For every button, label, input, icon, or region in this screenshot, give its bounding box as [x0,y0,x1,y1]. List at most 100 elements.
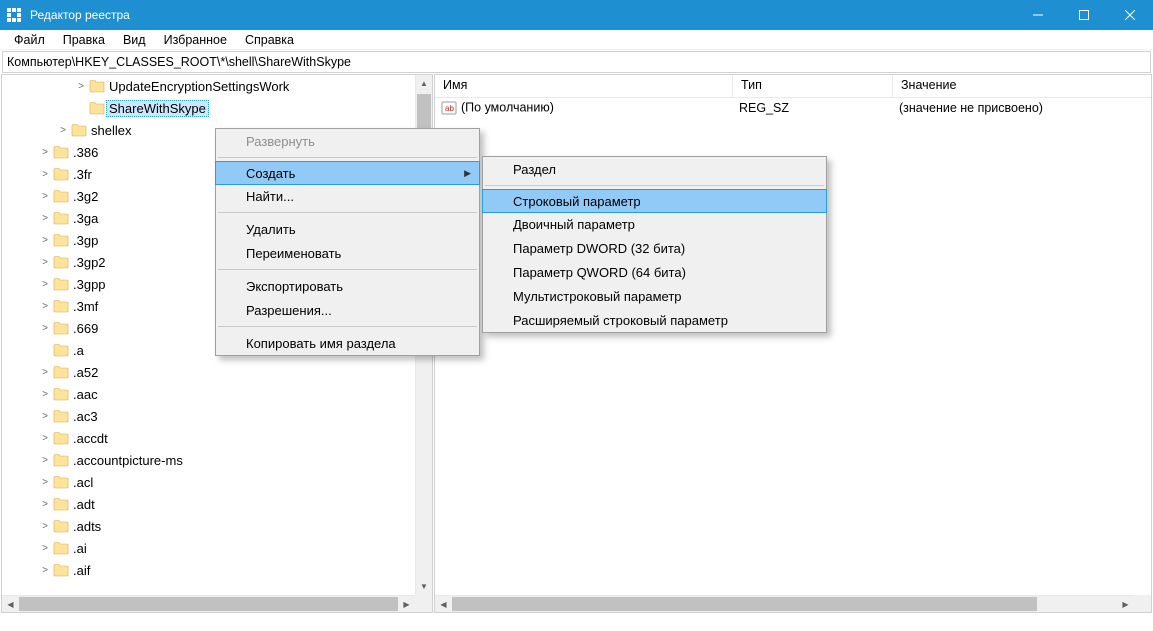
tree-item[interactable]: > .accdt [2,427,415,449]
tree-item-label: .accountpicture-ms [70,453,186,468]
folder-icon [52,233,70,247]
scroll-left-icon[interactable]: ◀ [435,596,452,612]
menu-item[interactable]: Параметр DWORD (32 бита) [483,236,826,260]
menu-item[interactable]: Мультистроковый параметр [483,284,826,308]
expand-icon[interactable]: > [38,323,52,334]
col-type[interactable]: Тип [733,75,893,97]
menu-item[interactable]: Удалить [216,217,479,241]
expand-icon[interactable]: > [38,147,52,158]
folder-icon [52,277,70,291]
menu-edit[interactable]: Правка [54,32,114,48]
menu-item[interactable]: Копировать имя раздела [216,331,479,355]
address-bar[interactable]: Компьютер\HKEY_CLASSES_ROOT\*\shell\Shar… [2,51,1151,73]
value-name: (По умолчанию) [461,100,554,114]
expand-icon[interactable]: > [38,257,52,268]
expand-icon[interactable]: > [38,279,52,290]
col-data[interactable]: Значение [893,75,1133,97]
scroll-left-icon[interactable]: ◀ [2,596,19,612]
menu-item[interactable]: Экспортировать [216,274,479,298]
expand-icon[interactable]: > [38,521,52,532]
values-pane: Имя Тип Значение ab(По умолчанию)REG_SZ(… [434,74,1152,613]
expand-icon[interactable]: > [38,389,52,400]
folder-icon [52,145,70,159]
menu-item-label: Строковый параметр [513,194,641,209]
menu-item-label: Расширяемый строковый параметр [513,313,728,328]
tree-item[interactable]: >.acl [2,471,415,493]
menu-fav[interactable]: Избранное [155,32,236,48]
expand-icon[interactable]: > [38,213,52,224]
col-name[interactable]: Имя [435,75,733,97]
menu-view[interactable]: Вид [114,32,155,48]
context-submenu[interactable]: Раздел Строковый параметр Двоичный парамет… [482,156,827,333]
list-row[interactable]: ab(По умолчанию)REG_SZ(значение не присв… [435,98,1151,118]
menu-help[interactable]: Справка [236,32,303,48]
expand-icon[interactable]: > [38,367,52,378]
tree-item-label: .accdt [70,431,111,446]
expand-icon[interactable]: > [38,499,52,510]
menu-item[interactable]: Найти... [216,184,479,208]
expand-icon[interactable]: > [56,125,70,136]
menu-item[interactable]: Двоичный параметр [483,212,826,236]
expand-icon[interactable]: > [38,455,52,466]
expand-icon[interactable]: > [38,411,52,422]
tree-item-label: .3gp2 [70,255,109,270]
expand-icon[interactable]: > [38,543,52,554]
menu-item-label: Удалить [246,222,296,237]
tree-item-label: .adt [70,497,98,512]
close-button[interactable] [1107,0,1153,30]
menu-item-label: Копировать имя раздела [246,336,396,351]
tree-horizontal-scrollbar[interactable]: ◀ ▶ [2,595,415,612]
folder-icon [70,123,88,137]
expand-icon[interactable]: > [38,235,52,246]
menu-item[interactable]: Расширяемый строковый параметр [483,308,826,332]
menu-item[interactable]: Переименовать [216,241,479,265]
scroll-down-icon[interactable]: ▼ [416,578,432,595]
expand-icon[interactable]: > [38,191,52,202]
menu-item-label: Параметр DWORD (32 бита) [513,241,685,256]
expand-icon[interactable]: > [38,301,52,312]
tree-item[interactable]: > .accountpicture-ms [2,449,415,471]
folder-icon [52,299,70,313]
menu-file[interactable]: Файл [5,32,54,48]
expand-icon[interactable]: > [38,169,52,180]
tree-item[interactable]: > .adt [2,493,415,515]
expand-icon[interactable]: > [38,565,52,576]
menu-item[interactable]: Создать▶ [215,161,480,185]
expand-icon[interactable]: > [74,81,88,92]
menu-separator [218,157,477,158]
tree-item[interactable]: >.ai [2,537,415,559]
maximize-button[interactable] [1061,0,1107,30]
menu-item[interactable]: Параметр QWORD (64 бита) [483,260,826,284]
minimize-button[interactable] [1015,0,1061,30]
tree-item[interactable]: ShareWithSkype [2,97,415,119]
menu-item[interactable]: Разрешения... [216,298,479,322]
menu-item-label: Разрешения... [246,303,332,318]
menu-item-label: Создать [246,166,295,181]
scroll-thumb[interactable] [452,597,1037,611]
titlebar[interactable]: Редактор реестра [0,0,1153,30]
tree-item[interactable]: >.a52 [2,361,415,383]
tree-item-label: .3ga [70,211,101,226]
tree-item[interactable]: >UpdateEncryptionSettingsWork [2,75,415,97]
tree-item[interactable]: >.adts [2,515,415,537]
scroll-right-icon[interactable]: ▶ [398,596,415,612]
tree-item-label: .3fr [70,167,95,182]
scroll-up-icon[interactable]: ▲ [416,75,432,92]
values-horizontal-scrollbar[interactable]: ◀ ▶ [435,595,1134,612]
menu-item[interactable]: Строковый параметр [482,189,827,213]
tree-item-label: .3gpp [70,277,109,292]
folder-icon [52,387,70,401]
tree-item[interactable]: >.aac [2,383,415,405]
menu-item-label: Развернуть [246,134,315,149]
scroll-thumb[interactable] [19,597,398,611]
tree-item[interactable]: >.aif [2,559,415,581]
menu-separator [218,326,477,327]
menu-item-label: Мультистроковый параметр [513,289,682,304]
menu-item[interactable]: Раздел [483,157,826,181]
scroll-right-icon[interactable]: ▶ [1117,596,1134,612]
expand-icon[interactable]: > [38,477,52,488]
context-menu[interactable]: Развернуть Создать▶Найти... Удалить Переиме… [215,128,480,356]
expand-icon[interactable]: > [38,433,52,444]
tree-item[interactable]: >.ac3 [2,405,415,427]
folder-icon [52,497,70,511]
